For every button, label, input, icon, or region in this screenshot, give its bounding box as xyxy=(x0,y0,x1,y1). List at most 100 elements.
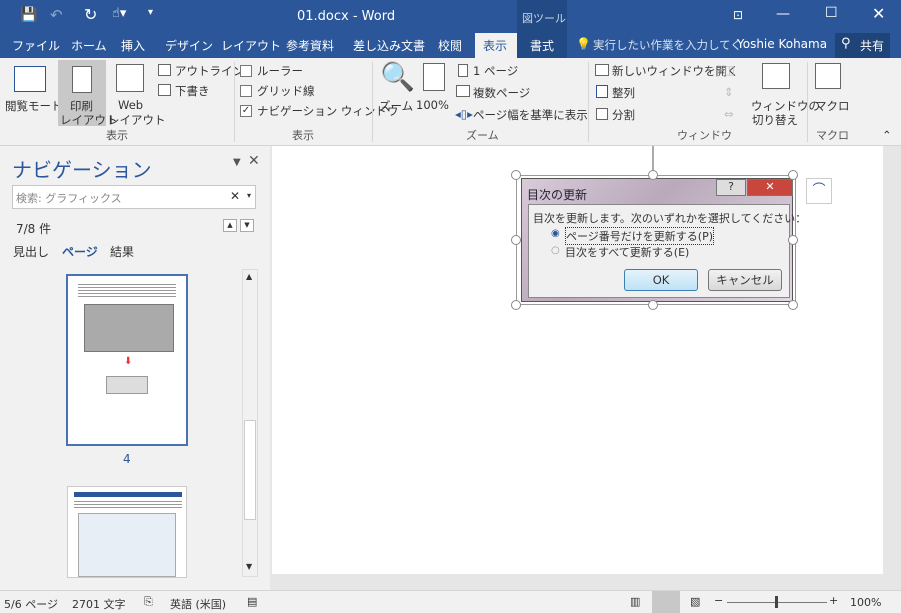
resize-handle[interactable] xyxy=(511,170,521,180)
macro-button[interactable]: マクロ xyxy=(815,98,850,114)
scroll-thumb[interactable] xyxy=(244,420,256,520)
resize-handle[interactable] xyxy=(511,235,521,245)
scroll-up-icon[interactable]: ▲ xyxy=(246,272,252,281)
page-width-icon: ◂▯▸ xyxy=(455,107,473,121)
tab-insert[interactable]: 挿入 xyxy=(121,37,145,54)
dialog-window: 目次の更新 ? ✕ 目次を更新します。次のいずれかを選択してください： ◉ ペー… xyxy=(521,178,806,302)
navigation-pane: ナビゲーション ▼ ✕ 検索: グラフィックス ✕ ▾ 7/8 件 ▲ ▼ 見出… xyxy=(0,146,270,590)
resize-handle[interactable] xyxy=(648,300,658,310)
language[interactable]: 英語 (米国) xyxy=(170,596,226,612)
tab-layout[interactable]: レイアウト xyxy=(221,37,281,54)
split-icon xyxy=(596,108,608,120)
document-page[interactable]: 目次の更新 ? ✕ 目次を更新します。次のいずれかを選択してください： ◉ ペー… xyxy=(272,146,883,574)
maximize-icon[interactable]: ☐ xyxy=(825,5,838,21)
person-add-icon: ⚲ xyxy=(841,36,851,51)
dialog-close-button[interactable]: ✕ xyxy=(747,179,793,196)
nav-options-icon[interactable]: ▼ xyxy=(233,157,241,168)
split-button[interactable]: 分割 xyxy=(612,107,635,123)
share-label: 共有 xyxy=(860,39,885,53)
selected-image[interactable]: 目次の更新 ? ✕ 目次を更新します。次のいずれかを選択してください： ◉ ペー… xyxy=(516,175,806,305)
tab-headings[interactable]: 見出し xyxy=(13,243,49,260)
ribbon-display-icon[interactable]: ⊡ xyxy=(733,8,743,22)
save-icon[interactable]: 💾 xyxy=(20,7,37,23)
page-count[interactable]: 5/6 ページ xyxy=(4,596,58,612)
web-layout-icon xyxy=(116,64,144,92)
sync-scroll-icon[interactable]: ⇕ xyxy=(724,85,734,99)
tell-me-input[interactable]: 実行したい作業を入力してく xyxy=(593,37,742,53)
new-window-button[interactable]: 新しいウィンドウを開く xyxy=(612,63,739,79)
word-count[interactable]: 2701 文字 xyxy=(72,596,126,612)
group-label-macros: マクロ xyxy=(816,129,849,142)
zoom-level[interactable]: 100% xyxy=(850,596,881,609)
resize-handle[interactable] xyxy=(788,170,798,180)
print-layout-view-icon[interactable] xyxy=(652,591,680,613)
search-dropdown-icon[interactable]: ▾ xyxy=(247,191,251,200)
touch-mode-icon[interactable]: ☝▾ xyxy=(112,6,126,21)
collapse-ribbon-icon[interactable]: ⌃ xyxy=(882,128,892,142)
zoom-in-button[interactable]: + xyxy=(829,594,838,607)
scroll-down-icon[interactable]: ▼ xyxy=(246,562,252,571)
resize-handle[interactable] xyxy=(511,300,521,310)
side-by-side-icon[interactable]: ◫ xyxy=(724,63,735,77)
nav-close-icon[interactable]: ✕ xyxy=(248,153,260,169)
tab-review[interactable]: 校閲 xyxy=(438,37,462,54)
tab-format[interactable]: 書式 xyxy=(530,37,554,54)
zoom-out-button[interactable]: − xyxy=(714,594,723,607)
macro-icon xyxy=(815,63,841,89)
nav-scrollbar[interactable]: ▲ ▼ xyxy=(242,269,258,577)
tab-view[interactable]: 表示 xyxy=(483,37,507,54)
status-bar: 5/6 ページ 2701 文字 ⎘ 英語 (米国) ▤ ▥ ▧ − + 100% xyxy=(0,590,901,613)
nav-pane-checkbox[interactable]: ✓ xyxy=(240,105,252,117)
tab-mailings[interactable]: 差し込み文書 xyxy=(353,37,425,54)
tab-file[interactable]: ファイル xyxy=(12,37,60,54)
draft-button[interactable]: 下書き xyxy=(175,83,210,99)
help-button[interactable]: ? xyxy=(716,179,746,196)
clear-search-icon[interactable]: ✕ xyxy=(230,189,240,203)
nav-search-input[interactable]: 検索: グラフィックス ✕ ▾ xyxy=(12,185,256,209)
resize-handle[interactable] xyxy=(788,235,798,245)
tab-references[interactable]: 参考資料 xyxy=(286,37,334,54)
radio-option1[interactable]: ◉ xyxy=(551,228,560,239)
tab-pages[interactable]: ページ xyxy=(62,243,98,260)
customize-icon[interactable]: ▾ xyxy=(148,7,153,18)
redo-icon[interactable]: ↻ xyxy=(84,5,97,24)
one-page-button[interactable]: 1 ページ xyxy=(473,63,518,79)
zoom-button[interactable]: ズーム xyxy=(379,98,413,114)
reset-position-icon[interactable]: ⇔ xyxy=(724,107,734,121)
arrange-icon xyxy=(596,85,608,98)
proofing-icon[interactable]: ⎘ xyxy=(144,595,153,609)
ruler-checkbox[interactable] xyxy=(240,65,252,77)
multi-page-button[interactable]: 複数ページ xyxy=(473,85,530,101)
minimize-icon[interactable]: — xyxy=(776,6,790,22)
resize-handle[interactable] xyxy=(648,170,658,180)
tab-results[interactable]: 結果 xyxy=(110,243,134,260)
radio-option2[interactable]: ○ xyxy=(551,245,560,256)
read-mode-view-icon[interactable]: ▥ xyxy=(630,595,640,608)
page-width-button[interactable]: ページ幅を基準に表示 xyxy=(473,107,588,123)
resize-handle[interactable] xyxy=(788,300,798,310)
tab-design[interactable]: デザイン xyxy=(165,37,213,54)
undo-icon[interactable]: ↶ xyxy=(50,6,63,24)
previous-result-button[interactable]: ▲ xyxy=(223,219,237,232)
arrange-button[interactable]: 整列 xyxy=(612,85,635,101)
next-result-button[interactable]: ▼ xyxy=(240,219,254,232)
option2-label: 目次をすべて更新する(E) xyxy=(565,246,690,259)
user-name[interactable]: Yoshie Kohama xyxy=(737,37,827,51)
read-mode-button[interactable]: 閲覧モード xyxy=(5,98,63,114)
cancel-button[interactable]: キャンセル xyxy=(708,269,782,291)
web-layout-button[interactable]: Web xyxy=(118,98,143,112)
share-button[interactable]: ⚲ 共有 xyxy=(835,33,890,58)
web-layout-view-icon[interactable]: ▧ xyxy=(690,595,700,608)
gridlines-checkbox[interactable] xyxy=(240,85,252,97)
close-icon[interactable]: ✕ xyxy=(872,4,885,23)
macro-record-icon[interactable]: ▤ xyxy=(247,595,257,608)
page-thumbnail-5[interactable] xyxy=(67,486,187,578)
hundred-percent-button[interactable]: 100% xyxy=(416,98,449,112)
new-window-icon xyxy=(595,64,609,76)
tab-home[interactable]: ホーム xyxy=(71,37,107,54)
zoom-slider-thumb[interactable] xyxy=(775,596,778,608)
page-thumbnail-4[interactable]: ⬇ xyxy=(66,274,188,446)
ok-button[interactable]: OK xyxy=(624,269,698,291)
layout-options-icon[interactable]: ⌒ xyxy=(806,178,832,204)
group-label-views: 表示 xyxy=(106,129,128,142)
